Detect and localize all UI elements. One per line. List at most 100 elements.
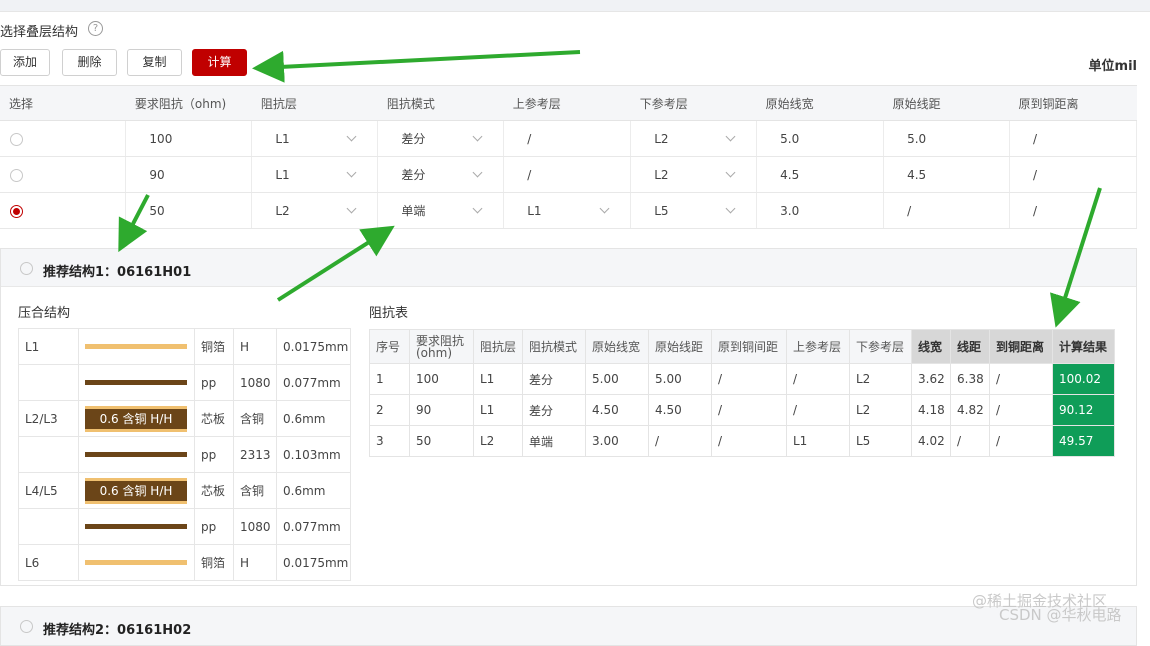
cell: / [648,425,712,457]
mode-select[interactable]: 差分 [377,156,505,193]
width-input[interactable]: 4.5 [756,156,885,193]
lower-ref-select[interactable]: L5 [630,192,758,229]
chevron-down-icon [725,203,736,214]
material: pp [194,364,234,401]
mode-value: 差分 [401,168,426,182]
column-header: 原始线宽 [756,85,884,121]
stackup-row: L4/L5 0.6 含铜 H/H 芯板 含铜 0.6mm [18,472,351,509]
width-input[interactable]: 5.0 [756,120,885,157]
layer-name [18,364,79,401]
calc-result-cell: 49.57 [1052,425,1115,457]
cell: L2 [849,394,912,426]
add-button[interactable]: 添加 [0,49,50,76]
chevron-down-icon [599,203,610,214]
thickness: 0.6mm [276,400,351,437]
cell: / [711,394,787,426]
mode-select[interactable]: 差分 [377,120,505,157]
cell: 4.50 [585,394,649,426]
structure-title: 推荐结构2：06161H02 [43,623,192,638]
column-header: 下参考层 [849,329,912,364]
row-radio[interactable] [10,168,23,182]
impedance-input[interactable]: 90 [125,156,253,193]
unit-label: 单位mil [1088,59,1137,74]
impedance-input[interactable]: 100 [125,120,253,157]
calc-result-cell: 100.02 [1052,363,1115,395]
structure-radio[interactable] [20,620,33,633]
layer-select[interactable]: L1 [251,156,379,193]
top-bar [0,0,1150,12]
cell: 5.00 [585,363,649,395]
table-header-row: 序号 要求阻抗 (ohm) 阻抗层 阻抗模式 原始线宽 原始线距 原到铜间距 上… [369,329,1115,364]
column-header: 阻抗模式 [377,85,504,121]
cell: L2 [849,363,912,395]
column-header: 序号 [369,329,410,364]
thickness: 0.103mm [276,436,351,473]
material: 芯板 [194,400,234,437]
cell: L1 [786,425,850,457]
prepreg-bar [85,380,187,385]
recommend-structure-header[interactable]: 推荐结构1：06161H01 [1,249,1136,287]
width-input[interactable]: 3.0 [756,192,885,229]
core-board-bar: 0.6 含铜 H/H [85,405,187,432]
lower-ref-select[interactable]: L2 [630,120,758,157]
chevron-down-icon [346,203,357,214]
column-header: 要求阻抗 (ohm) [409,329,474,364]
row-radio[interactable] [10,132,23,146]
stackup-row: L2/L3 0.6 含铜 H/H 芯板 含铜 0.6mm [18,400,351,437]
column-header: 上参考层 [786,329,850,364]
upper-ref-select[interactable]: L1 [503,192,632,229]
copper-foil-bar [85,344,187,349]
cell: L1 [473,394,523,426]
impedance-table-title: 阻抗表 [369,306,409,321]
delete-button[interactable]: 删除 [62,49,117,76]
chevron-down-icon [346,167,357,178]
cell: / [989,394,1053,426]
column-header: 阻抗层 [473,329,523,364]
upper-ref-cell: / [503,156,632,193]
impedance-input[interactable]: 50 [125,192,253,229]
column-header: 选择 [0,85,126,121]
calc-result-cell: 90.12 [1052,394,1115,426]
cell: / [989,363,1053,395]
cell: 1 [369,363,410,395]
layer-name: L1 [18,328,79,365]
cell: / [786,363,850,395]
layer-value: L1 [275,131,290,146]
layer-name [18,508,79,545]
structure-title: 推荐结构1：06161H01 [43,265,192,280]
calculate-button[interactable]: 计算 [192,49,247,76]
row-radio-selected[interactable] [10,204,23,218]
stackup-row: L6 铜箔 H 0.0175mm [18,544,351,581]
copy-button[interactable]: 复制 [127,49,182,76]
stackup-row: pp 2313 0.103mm [18,436,351,473]
structure-radio[interactable] [20,262,33,275]
chevron-down-icon [725,167,736,178]
material: 铜箔 [194,328,234,365]
spacing-input[interactable]: / [883,192,1010,229]
table-row: 100 L1 差分 / L2 5.0 5.0 / [0,120,1137,157]
layer-select[interactable]: L2 [251,192,379,229]
cell: / [711,425,787,457]
stackup-row: pp 1080 0.077mm [18,508,351,545]
lower-ref-value: L2 [654,167,669,182]
lower-ref-select[interactable]: L2 [630,156,758,193]
lower-ref-value: L2 [654,131,669,146]
recommend-structure-2-header[interactable]: 推荐结构2：06161H02 [0,606,1137,646]
spacing-input[interactable]: 4.5 [883,156,1010,193]
chevron-down-icon [725,131,736,142]
upper-ref-cell: / [503,120,632,157]
row-select-cell[interactable] [0,156,127,193]
row-select-cell[interactable] [0,192,127,229]
material: 芯板 [194,472,234,509]
layer-select[interactable]: L1 [251,120,379,157]
help-icon[interactable]: ? [88,21,103,36]
layer-name: L2/L3 [18,400,79,437]
layer-value: L1 [275,167,290,182]
table-row: 1 100 L1 差分 5.00 5.00 / / L2 3.62 6.38 /… [369,363,1115,395]
mode-select[interactable]: 单端 [377,192,505,229]
row-select-cell[interactable] [0,120,127,157]
column-header: 计算结果 [1052,329,1115,364]
chevron-down-icon [472,167,483,178]
spacing-input[interactable]: 5.0 [883,120,1010,157]
cell: 4.18 [911,394,951,426]
